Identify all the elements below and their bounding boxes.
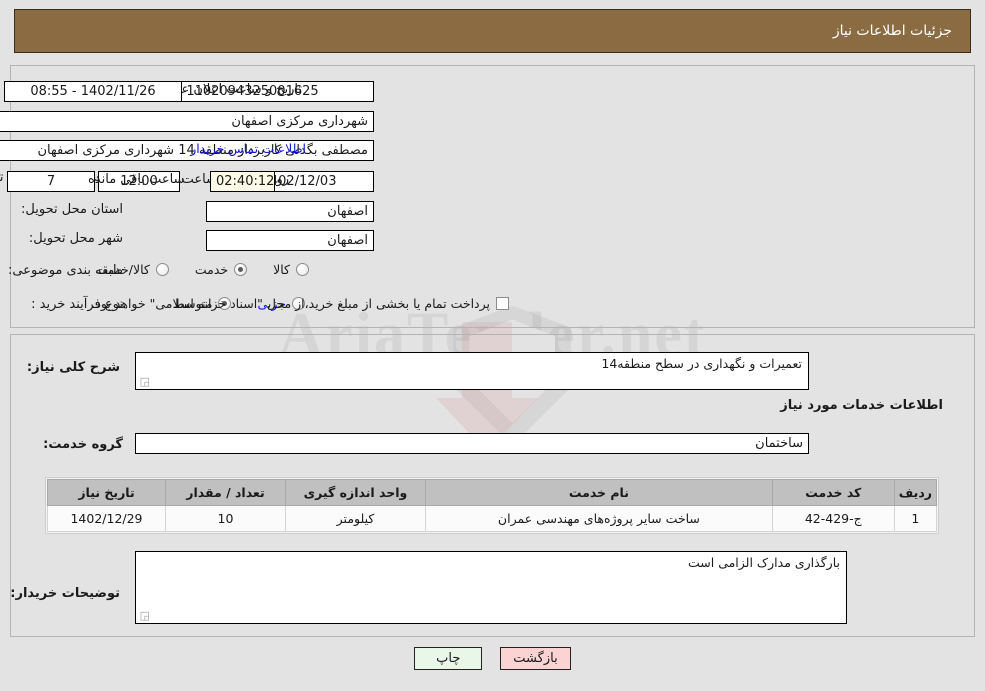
- buyer-contact-link[interactable]: اطلاعات تماس خریدار: [190, 141, 306, 156]
- print-button[interactable]: چاپ: [414, 647, 483, 670]
- contact-link-row: اطلاعات تماس خریدار: [190, 141, 306, 156]
- radio-icon[interactable]: [155, 263, 169, 276]
- city-label-row: شهر محل تحویل:: [29, 231, 123, 246]
- hours-remaining-label: ساعت باقی مانده: [88, 172, 185, 187]
- buyer-notes-label-row: توضیحات خریدار:: [10, 586, 120, 601]
- buyer-notes-value: بارگذاری مدارک الزامی است: [688, 555, 840, 570]
- back-button[interactable]: بازگشت: [500, 647, 571, 670]
- description-label-row: شرح کلی نیاز:: [27, 360, 120, 375]
- creator-field-row: مصطفی بگدلی کاربرداز منطقه 14 شهرداری مر…: [0, 140, 374, 161]
- service-group-field-row: ساختمان: [135, 433, 809, 454]
- radio-icon[interactable]: [296, 263, 309, 276]
- radio-icon-selected[interactable]: [234, 263, 248, 276]
- category-option-label: کالا: [273, 262, 290, 277]
- service-group-label: گروه خدمت:: [43, 437, 123, 452]
- city-field-row: اصفهان: [206, 230, 374, 251]
- services-section-heading: اطلاعات خدمات مورد نیاز: [780, 398, 943, 413]
- buyer-org-field[interactable]: شهرداری مرکزی اصفهان: [0, 111, 374, 132]
- treasury-checkbox-icon[interactable]: [496, 297, 509, 310]
- cell-radif: 1: [893, 505, 938, 532]
- description-textarea[interactable]: تعمیرات و نگهداری در سطح منطقه14 ◲: [135, 352, 809, 390]
- col-radif: ردیف: [893, 479, 938, 506]
- col-name: نام خدمت: [425, 479, 773, 506]
- page-title: جزئیات اطلاعات نیاز: [832, 23, 952, 39]
- col-qty: تعداد / مقدار: [165, 479, 286, 506]
- services-table: ردیف کد خدمت نام خدمت واحد اندازه گیری ت…: [47, 479, 938, 532]
- service-group-field[interactable]: ساختمان: [135, 433, 809, 454]
- col-unit: واحد اندازه گیری: [285, 479, 426, 506]
- table-header-row: ردیف کد خدمت نام خدمت واحد اندازه گیری ت…: [47, 479, 938, 506]
- category-option-khedmat[interactable]: خدمت: [194, 262, 248, 277]
- timer-row: 02:40:12: [210, 171, 275, 192]
- top-panel: [10, 65, 975, 328]
- cell-name: ساخت سایر پروژه‌های مهندسی عمران: [425, 505, 773, 532]
- cell-date: 1402/12/29: [47, 505, 166, 532]
- cell-unit: کیلومتر: [285, 505, 426, 532]
- table-row[interactable]: 1 ج-429-42 ساخت سایر پروژه‌های مهندسی عم…: [47, 505, 938, 532]
- col-code: کد خدمت: [771, 479, 895, 506]
- resize-grip-icon[interactable]: ◲: [138, 610, 150, 622]
- page-header: جزئیات اطلاعات نیاز: [14, 9, 971, 53]
- category-option-label: کالا/خدمت: [95, 262, 150, 277]
- button-bar: بازگشت چاپ: [0, 647, 985, 670]
- days-row: 7: [7, 171, 95, 192]
- cell-qty: 10: [165, 505, 286, 532]
- category-radio-group: کالا خدمت کالا/خدمت: [69, 262, 309, 277]
- category-option-kala-khedmat[interactable]: کالا/خدمت: [95, 262, 169, 277]
- cell-code: ج-429-42: [771, 505, 895, 532]
- province-field-row: اصفهان: [206, 201, 374, 222]
- announce-field-row: 08:55 - 1402/11/26: [4, 81, 182, 102]
- description-label: شرح کلی نیاز:: [26, 360, 120, 375]
- days-remaining-field[interactable]: 7: [7, 171, 95, 192]
- province-label-row: استان محل تحویل:: [21, 202, 123, 217]
- category-option-label: خدمت: [194, 262, 229, 277]
- announce-datetime-field[interactable]: 08:55 - 1402/11/26: [4, 81, 182, 102]
- col-date: تاریخ نیاز: [47, 479, 166, 506]
- services-table-wrapper: ردیف کد خدمت نام خدمت واحد اندازه گیری ت…: [45, 477, 939, 534]
- province-field[interactable]: اصفهان: [206, 201, 374, 222]
- resize-grip-icon[interactable]: ◲: [138, 376, 150, 388]
- page-root: AriaTender.net جزئیات اطلاعات نیاز شماره…: [0, 0, 985, 691]
- service-group-label-row: گروه خدمت:: [43, 437, 123, 452]
- province-label: استان محل تحویل:: [21, 202, 123, 217]
- buyer-org-field-row: شهرداری مرکزی اصفهان: [0, 111, 374, 132]
- countdown-timer-field: 02:40:12: [210, 171, 275, 192]
- city-label: شهر محل تحویل:: [28, 231, 123, 246]
- category-option-kala[interactable]: کالا: [273, 262, 309, 277]
- buyer-notes-textarea[interactable]: بارگذاری مدارک الزامی است ◲: [135, 551, 847, 624]
- treasury-checkbox-label: پرداخت تمام یا بخشی از مبلغ خرید،از محل …: [91, 296, 490, 311]
- buyer-notes-label: توضیحات خریدار:: [10, 586, 120, 601]
- creator-field[interactable]: مصطفی بگدلی کاربرداز منطقه 14 شهرداری مر…: [0, 140, 374, 161]
- city-field[interactable]: اصفهان: [206, 230, 374, 251]
- treasury-checkbox-row[interactable]: پرداخت تمام یا بخشی از مبلغ خرید،از محل …: [91, 296, 509, 311]
- remaining-label-row: ساعت باقی مانده: [88, 172, 184, 187]
- description-value: تعمیرات و نگهداری در سطح منطقه14: [601, 356, 802, 371]
